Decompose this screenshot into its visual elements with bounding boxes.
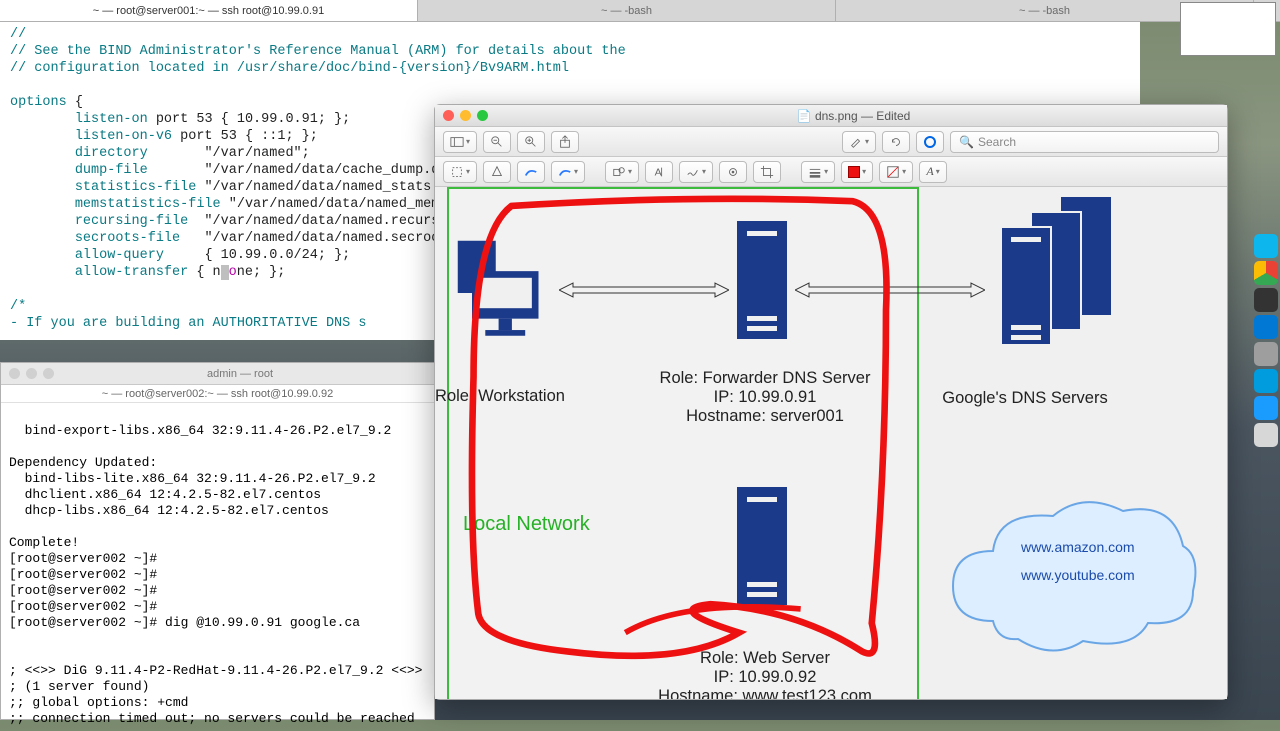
tab-bash-1[interactable]: ~ — -bash	[418, 0, 836, 21]
code-comment: // configuration located in /usr/share/d…	[10, 61, 569, 76]
minimize-icon[interactable]	[460, 110, 471, 121]
text-tool[interactable]: A	[645, 161, 673, 183]
terminal-server002-window: admin — root ~ — root@server002:~ — ssh …	[0, 362, 435, 720]
dock-safari-icon[interactable]	[1254, 396, 1278, 420]
keyword-listen-on: listen-on	[75, 112, 148, 127]
google-dns-label: Google's DNS Servers	[915, 389, 1135, 408]
instant-alpha-tool[interactable]	[483, 161, 511, 183]
preview-toolbar-main: ▾ ▾ 🔍 Search	[435, 127, 1227, 157]
dock-app-icon[interactable]	[1254, 369, 1278, 393]
cloud-link-youtube: www.youtube.com	[1021, 567, 1135, 583]
search-input[interactable]: 🔍 Search	[950, 131, 1219, 153]
zoom-in-button[interactable]	[517, 131, 545, 153]
forwarder-server-icon	[737, 221, 787, 339]
preview-toolbar-markup: ▾ ▾ ▾ A ▾ ▾ ▾ ▾ A▾	[435, 157, 1227, 187]
web-server-icon	[737, 487, 787, 605]
preview-titlebar[interactable]: 📄 dns.png — Edited	[435, 105, 1227, 127]
terminal2-title: admin — root	[54, 368, 426, 380]
code-comment: // See the BIND Administrator's Referenc…	[10, 44, 626, 59]
dock-docker-icon[interactable]	[1254, 234, 1278, 258]
cloud-link-amazon: www.amazon.com	[1021, 539, 1135, 555]
dock-terminal-icon[interactable]	[1254, 288, 1278, 312]
text-cursor	[221, 265, 229, 280]
border-color-tool[interactable]: ▾	[841, 161, 873, 183]
keyword-options: options	[10, 95, 67, 110]
workstation-icon	[453, 239, 548, 347]
zoom-icon[interactable]	[477, 110, 488, 121]
svg-text:A: A	[655, 166, 662, 178]
adjust-color-tool[interactable]	[719, 161, 747, 183]
code-comment: //	[10, 27, 26, 42]
workstation-label: Role: Workstation	[435, 387, 610, 406]
rotate-button[interactable]	[882, 131, 910, 153]
dock	[1252, 230, 1280, 451]
red-color-swatch	[848, 166, 860, 178]
terminal2-titlebar[interactable]: admin — root	[1, 363, 434, 385]
window-controls[interactable]	[9, 368, 54, 379]
preview-title: 📄 dns.png — Edited	[488, 109, 1219, 123]
sidebar-toggle-button[interactable]: ▾	[443, 131, 477, 153]
dock-chrome-icon[interactable]	[1254, 261, 1278, 285]
dock-settings-icon[interactable]	[1254, 342, 1278, 366]
arrow-ws-fw	[559, 281, 729, 299]
draw-tool[interactable]: ▾	[551, 161, 585, 183]
share-button[interactable]	[551, 131, 579, 153]
preview-canvas[interactable]: Local Network	[435, 187, 1227, 699]
preview-window: 📄 dns.png — Edited ▾ ▾ 🔍 Search ▾ ▾ ▾ A …	[434, 104, 1228, 700]
google-dns-icon	[991, 197, 1121, 357]
markup-icon	[924, 136, 936, 148]
markup-button[interactable]	[916, 131, 944, 153]
sketch-tool[interactable]	[517, 161, 545, 183]
dock-vscode-icon[interactable]	[1254, 315, 1278, 339]
forwarder-label: Role: Forwarder DNS Server IP: 10.99.0.9…	[655, 369, 875, 426]
terminal2-subtitle: ~ — root@server002:~ — ssh root@10.99.0.…	[1, 385, 434, 403]
border-style-tool[interactable]: ▾	[801, 161, 835, 183]
font-style-tool[interactable]: A▾	[919, 161, 947, 183]
tab-ssh-server001[interactable]: ~ — root@server001:~ — ssh root@10.99.0.…	[0, 0, 418, 21]
desktop-thumbnail[interactable]	[1180, 2, 1276, 56]
window-controls[interactable]	[443, 110, 488, 121]
local-network-label: Local Network	[463, 513, 590, 536]
arrow-fw-gdns	[795, 281, 985, 299]
web-server-label: Role: Web Server IP: 10.99.0.92 Hostname…	[655, 649, 875, 699]
fill-color-tool[interactable]: ▾	[879, 161, 913, 183]
highlight-button[interactable]: ▾	[842, 131, 876, 153]
crop-tool[interactable]	[753, 161, 781, 183]
close-icon[interactable]	[443, 110, 454, 121]
dock-trash-icon[interactable]	[1254, 423, 1278, 447]
terminal-tabstrip: ~ — root@server001:~ — ssh root@10.99.0.…	[0, 0, 1280, 22]
sign-tool[interactable]: ▾	[679, 161, 713, 183]
terminal-server002[interactable]: bind-export-libs.x86_64 32:9.11.4-26.P2.…	[1, 403, 434, 731]
shapes-tool[interactable]: ▾	[605, 161, 639, 183]
selection-tool[interactable]: ▾	[443, 161, 477, 183]
zoom-out-button[interactable]	[483, 131, 511, 153]
